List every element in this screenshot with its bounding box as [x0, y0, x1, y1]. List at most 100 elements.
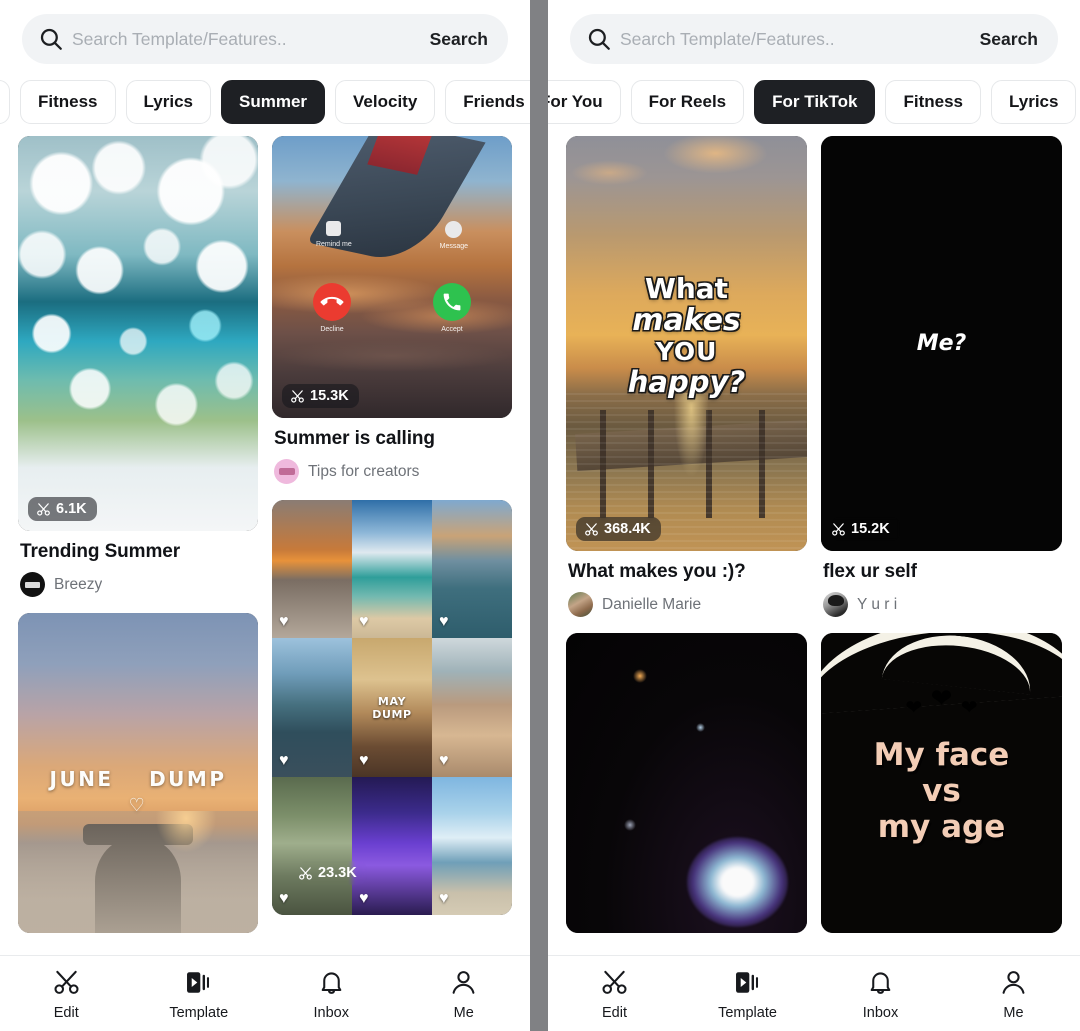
message-label: Message — [439, 242, 469, 250]
chip-fitness[interactable]: Fitness — [20, 80, 116, 124]
chip-lyrics[interactable]: Lyrics — [125, 80, 211, 124]
search-input-left[interactable] — [72, 28, 428, 50]
template-thumbnail[interactable] — [566, 633, 807, 933]
template-meta: Trending Summer Breezy — [18, 531, 258, 597]
search-bar-right[interactable]: Search — [570, 14, 1058, 64]
template-thumbnail[interactable]: ❤ ❤ ❤ My face vs my age — [821, 633, 1062, 933]
author-name: Tips for creators — [308, 462, 420, 480]
usage-count-value: 15.3K — [310, 388, 349, 404]
template-card-may-dump-collage[interactable]: ♥ ♥ ♥ ♥ MAY DUMP ♥ ♥ ♥ ♥ ♥ 23.3K — [272, 500, 512, 915]
overlay-line-2: DUMP — [149, 766, 227, 791]
decline-phone-icon — [313, 282, 351, 321]
template-meta: flex ur self Y u r i — [821, 551, 1062, 617]
tab-label: Template — [169, 1005, 229, 1021]
collage-cell: ♥ — [432, 500, 512, 639]
chip-fitness[interactable]: Fitness — [885, 80, 981, 124]
accept-call-button: Accept — [433, 282, 471, 333]
chip-for-you[interactable]: For You — [548, 80, 621, 124]
chip-clipped-left[interactable] — [0, 80, 10, 124]
collage-cell: ♥ — [352, 500, 432, 639]
thumbnail-image-dark-room-glow — [566, 633, 807, 933]
search-submit-button-left[interactable]: Search — [428, 29, 490, 50]
chip-velocity[interactable]: Velocity — [335, 80, 436, 124]
pier-post — [599, 409, 606, 518]
template-thumbnail[interactable]: Me? 15.2K — [821, 136, 1062, 551]
heart-icon: ♥ — [439, 751, 449, 769]
overlay-line-3: YOU — [655, 336, 718, 366]
decline-label: Decline — [320, 325, 344, 333]
thumbnail-overlay-text: JUNE DUMP ♡ — [18, 767, 258, 818]
tab-template[interactable]: Template — [133, 966, 266, 1021]
tab-edit[interactable]: Edit — [548, 966, 681, 1021]
usage-count-badge: 6.1K — [28, 497, 97, 521]
bottom-navigation-left[interactable]: Edit Template Inbox Me — [0, 955, 530, 1031]
category-chip-row-left[interactable]: Fitness Lyrics Summer Velocity Friends — [0, 64, 530, 136]
phone-screen-right: Search For You For Reels For TikTok Fitn… — [548, 0, 1080, 1031]
phone-screen-left: Search Fitness Lyrics Summer Velocity Fr… — [0, 0, 530, 1031]
pier-post — [647, 409, 654, 518]
thumbnail-overlay-text: Me? — [916, 331, 967, 357]
template-thumbnail[interactable]: ♥ ♥ ♥ ♥ MAY DUMP ♥ ♥ ♥ ♥ ♥ 23.3K — [272, 500, 512, 915]
tab-inbox[interactable]: Inbox — [265, 966, 398, 1021]
tab-me[interactable]: Me — [947, 966, 1080, 1021]
template-title: What makes you :)? — [568, 561, 746, 582]
template-card-flex-ur-self[interactable]: Me? 15.2K flex ur self Y u r i — [821, 136, 1062, 617]
thumbnail-image-my-face-vs-my-age: ❤ ❤ ❤ My face vs my age — [821, 633, 1062, 933]
heart-icon: ♥ — [439, 889, 449, 907]
chip-for-tiktok[interactable]: For TikTok — [754, 80, 876, 124]
thumbnail-image-bokeh-water — [18, 136, 258, 531]
category-chip-row-right[interactable]: For You For Reels For TikTok Fitness Lyr… — [548, 64, 1080, 136]
chip-lyrics[interactable]: Lyrics — [991, 80, 1077, 124]
template-author[interactable]: Danielle Marie — [568, 592, 805, 617]
thumbnail-image-photo-collage: ♥ ♥ ♥ ♥ MAY DUMP ♥ ♥ ♥ ♥ ♥ — [272, 500, 512, 915]
pier-post — [758, 409, 765, 518]
template-card-trending-summer[interactable]: 6.1K Trending Summer Breezy — [18, 136, 258, 597]
search-input-right[interactable] — [620, 28, 978, 50]
template-thumbnail[interactable]: JUNE DUMP ♡ — [18, 613, 258, 933]
usage-count-value: 23.3K — [318, 865, 357, 881]
chip-for-reels[interactable]: For Reels — [630, 80, 745, 124]
heart-icon: ♥ — [439, 613, 449, 631]
template-author[interactable]: Breezy — [20, 572, 256, 597]
template-card-my-face-vs-my-age[interactable]: ❤ ❤ ❤ My face vs my age — [821, 633, 1062, 933]
tab-inbox[interactable]: Inbox — [814, 966, 947, 1021]
heart-icon: ♥ — [359, 613, 369, 631]
scissors-icon — [600, 966, 629, 998]
search-submit-button-right[interactable]: Search — [978, 29, 1040, 50]
template-thumbnail[interactable]: Remind me Message Decline Accept 15.3K — [272, 136, 512, 418]
feed-column-1-left: 6.1K Trending Summer Breezy JUNE DUMP ♡ — [18, 136, 258, 933]
avatar — [568, 592, 593, 617]
usage-count-value: 368.4K — [604, 521, 651, 537]
template-author[interactable]: Y u r i — [823, 592, 1060, 617]
tab-edit[interactable]: Edit — [0, 966, 133, 1021]
tab-label: Edit — [602, 1005, 627, 1021]
template-author[interactable]: Tips for creators — [274, 459, 510, 484]
feed-column-2-right: Me? 15.2K flex ur self Y u r i ❤ ❤ ❤ My … — [821, 136, 1062, 933]
remind-me-label: Remind me — [315, 240, 352, 248]
chip-friends[interactable]: Friends — [445, 80, 530, 124]
template-card-june-dump[interactable]: JUNE DUMP ♡ — [18, 613, 258, 933]
chip-summer[interactable]: Summer — [221, 80, 326, 124]
light-spark — [696, 723, 706, 732]
heart-icon: ♥ — [359, 751, 369, 769]
search-bar-left[interactable]: Search — [22, 14, 508, 64]
template-card-dark-phone-glow[interactable] — [566, 633, 807, 933]
heart-icon: ❤ — [960, 697, 978, 719]
bell-icon — [866, 966, 895, 998]
message-button: Message — [439, 220, 469, 250]
person-icon — [999, 966, 1028, 998]
collage-cell: ♥ — [272, 776, 352, 915]
bottom-navigation-right[interactable]: Edit Template Inbox Me — [548, 955, 1080, 1031]
template-thumbnail[interactable]: What makes YOU happy? 368.4K — [566, 136, 807, 551]
template-feed-left[interactable]: 6.1K Trending Summer Breezy JUNE DUMP ♡ … — [0, 136, 530, 955]
tab-template[interactable]: Template — [681, 966, 814, 1021]
template-feed-right[interactable]: What makes YOU happy? 368.4K What makes … — [548, 136, 1080, 955]
search-bar-container-right: Search — [548, 0, 1080, 64]
dual-screenshot-container: Search Fitness Lyrics Summer Velocity Fr… — [0, 0, 1080, 1031]
heart-icon: ♥ — [279, 751, 289, 769]
overlay-line-2: makes — [632, 303, 741, 339]
template-thumbnail[interactable]: 6.1K — [18, 136, 258, 531]
template-card-what-makes-you-happy[interactable]: What makes YOU happy? 368.4K What makes … — [566, 136, 807, 617]
tab-me[interactable]: Me — [398, 966, 531, 1021]
template-card-summer-is-calling[interactable]: Remind me Message Decline Accept 15.3K S… — [272, 136, 512, 484]
